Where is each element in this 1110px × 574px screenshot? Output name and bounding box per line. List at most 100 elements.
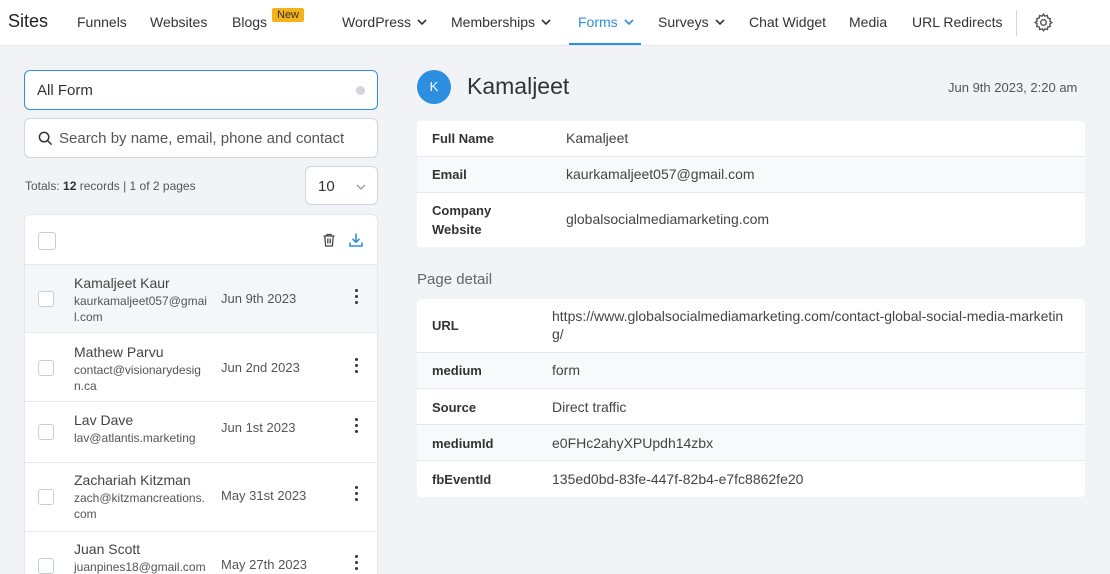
contact-details: Full Name Kamaljeet Email kaurkamaljeet0… <box>417 121 1085 247</box>
field-value: form <box>552 362 580 378</box>
submission-date: May 31st 2023 <box>221 488 307 503</box>
detail-row: mediumId e0FHc2ahyXPUpdh14zbx <box>417 425 1085 461</box>
totals-suffix: records | 1 of 2 pages <box>79 179 196 193</box>
row-checkbox[interactable] <box>38 489 54 505</box>
detail-row: Source Direct traffic <box>417 389 1085 425</box>
page-size-value: 10 <box>318 178 335 195</box>
detail-row: fbEventId 135ed0bd-83fe-447f-82b4-e7fc88… <box>417 461 1085 497</box>
submission-list: Kamaljeet Kaur kaurkamaljeet057@gmail.co… <box>24 214 378 574</box>
page-details: URL https://www.globalsocialmediamarketi… <box>417 299 1085 497</box>
page-url: https://www.globalsocialmediamarketing.c… <box>552 308 1064 342</box>
row-checkbox[interactable] <box>38 360 54 376</box>
nav-memberships[interactable]: Memberships <box>451 14 551 30</box>
chevron-down-icon <box>356 184 366 190</box>
nav-websites[interactable]: Websites <box>150 14 207 30</box>
detail-row: Company Website globalsocialmediamarketi… <box>417 193 1085 247</box>
nav-forms-label: Forms <box>578 14 618 30</box>
totals-prefix: Totals: <box>25 179 60 193</box>
nav-url-redirects[interactable]: URL Redirects <box>912 14 1003 30</box>
submission-date: Jun 2nd 2023 <box>221 360 300 375</box>
page-detail-title: Page detail <box>417 271 493 288</box>
active-tab-indicator <box>569 43 641 45</box>
contact-name: Kamaljeet <box>467 73 570 99</box>
submitter-email: lav@atlantis.marketing <box>74 431 196 445</box>
more-options-icon[interactable] <box>355 358 359 376</box>
field-value: kaurkamaljeet057@gmail.com <box>566 166 755 182</box>
clear-icon[interactable] <box>356 86 365 95</box>
search-icon <box>38 131 53 146</box>
more-options-icon[interactable] <box>355 289 359 307</box>
field-label: URL <box>432 318 459 333</box>
field-label: Email <box>432 167 467 182</box>
submission-date: Jun 1st 2023 <box>221 420 296 435</box>
nav-funnels[interactable]: Funnels <box>77 14 127 30</box>
new-badge: New <box>272 8 305 22</box>
submitter-name: Zachariah Kitzman <box>74 472 191 488</box>
page-size-select[interactable]: 10 <box>305 166 378 205</box>
download-icon[interactable] <box>348 232 364 248</box>
select-all-checkbox[interactable] <box>38 232 56 250</box>
totals-count: 12 <box>63 179 77 193</box>
submitter-email: zach@kitzmancreations.com <box>74 491 205 521</box>
trash-icon[interactable] <box>321 232 337 248</box>
nav-blogs[interactable]: Blogs <box>232 14 267 30</box>
field-value: Kamaljeet <box>566 130 629 146</box>
detail-row: Full Name Kamaljeet <box>417 121 1085 157</box>
row-checkbox[interactable] <box>38 558 54 574</box>
submission-timestamp: Jun 9th 2023, 2:20 am <box>948 80 1078 95</box>
detail-row: medium form <box>417 353 1085 389</box>
submission-row[interactable]: Mathew Parvu contact@visionarydesign.ca … <box>25 333 377 402</box>
field-label: fbEventId <box>432 472 492 487</box>
submitter-email: juanpines18@gmail.com <box>74 560 206 574</box>
more-options-icon[interactable] <box>355 555 359 573</box>
form-select[interactable]: All Form <box>24 70 378 110</box>
submitter-name: Juan Scott <box>74 541 141 557</box>
submitter-name: Lav Dave <box>74 412 134 428</box>
field-label: medium <box>432 363 482 378</box>
submission-row[interactable]: Lav Dave lav@atlantis.marketing Jun 1st … <box>25 402 377 463</box>
avatar: K <box>417 70 451 104</box>
nav-surveys[interactable]: Surveys <box>658 14 725 30</box>
chevron-down-icon <box>624 19 634 26</box>
field-label: Full Name <box>432 131 495 146</box>
submission-row[interactable]: Zachariah Kitzman zach@kitzmancreations.… <box>25 463 377 532</box>
nav-wordpress[interactable]: WordPress <box>342 14 427 30</box>
field-value: 135ed0bd-83fe-447f-82b4-e7fc8862fe20 <box>552 471 804 487</box>
row-checkbox[interactable] <box>38 291 54 307</box>
top-nav: Sites Funnels Websites Blogs New WordPre… <box>0 0 1110 46</box>
more-options-icon[interactable] <box>355 418 359 436</box>
nav-surveys-label: Surveys <box>658 14 709 30</box>
detail-row: URL https://www.globalsocialmediamarketi… <box>417 299 1085 353</box>
field-value: Direct traffic <box>552 399 627 415</box>
totals-text: Totals: 12 records | 1 of 2 pages <box>25 179 196 193</box>
field-label: mediumId <box>432 436 494 451</box>
field-value: globalsocialmediamarketing.com <box>566 211 770 227</box>
submitter-email: contact@visionarydesign.ca <box>74 363 201 393</box>
chevron-down-icon <box>541 19 551 26</box>
field-label: Company Website <box>432 203 492 237</box>
field-label: Source <box>432 400 477 415</box>
nav-divider <box>1016 10 1017 36</box>
submitter-name: Kamaljeet Kaur <box>74 275 170 291</box>
nav-memberships-label: Memberships <box>451 14 536 30</box>
gear-icon[interactable] <box>1033 12 1054 33</box>
row-checkbox[interactable] <box>38 424 54 440</box>
form-select-value: All Form <box>37 82 93 99</box>
detail-row: Email kaurkamaljeet057@gmail.com <box>417 157 1085 193</box>
search-field[interactable] <box>24 118 378 158</box>
nav-chat-widget[interactable]: Chat Widget <box>749 14 826 30</box>
brand-title: Sites <box>8 11 49 31</box>
list-header <box>25 215 377 265</box>
nav-forms[interactable]: Forms <box>578 14 634 30</box>
submitter-email: kaurkamaljeet057@gmail.com <box>74 294 207 324</box>
nav-media[interactable]: Media <box>849 14 887 30</box>
chevron-down-icon <box>417 19 427 26</box>
submitter-name: Mathew Parvu <box>74 344 164 360</box>
submission-date: May 27th 2023 <box>221 557 308 572</box>
search-input[interactable] <box>59 127 369 149</box>
more-options-icon[interactable] <box>355 486 359 504</box>
submission-row[interactable]: Juan Scott juanpines18@gmail.com May 27t… <box>25 532 377 574</box>
nav-wordpress-label: WordPress <box>342 14 411 30</box>
submission-row[interactable]: Kamaljeet Kaur kaurkamaljeet057@gmail.co… <box>25 265 377 333</box>
submission-date: Jun 9th 2023 <box>221 291 297 306</box>
